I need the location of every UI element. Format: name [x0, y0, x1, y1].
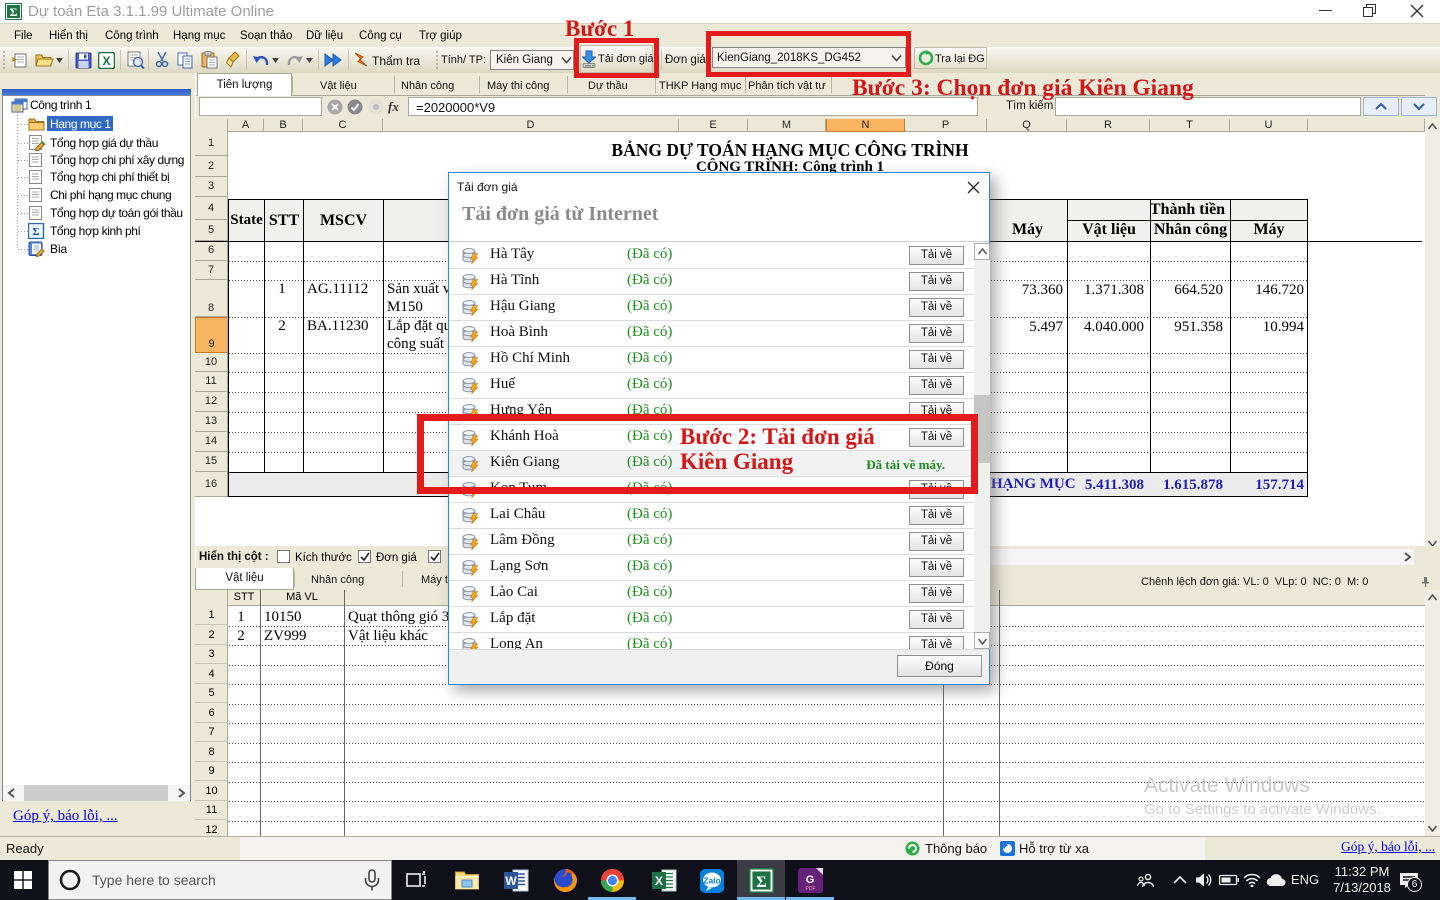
svg-text:PDF: PDF	[806, 886, 816, 892]
svg-text:Σ: Σ	[10, 5, 18, 19]
svg-text:X: X	[655, 874, 663, 888]
svg-text:Zalo: Zalo	[703, 876, 720, 886]
svg-text:Σ: Σ	[32, 226, 39, 238]
svg-text:G: G	[806, 874, 815, 886]
svg-text:W: W	[505, 874, 517, 888]
svg-text:X: X	[102, 54, 110, 68]
svg-text:Σ: Σ	[756, 874, 766, 891]
